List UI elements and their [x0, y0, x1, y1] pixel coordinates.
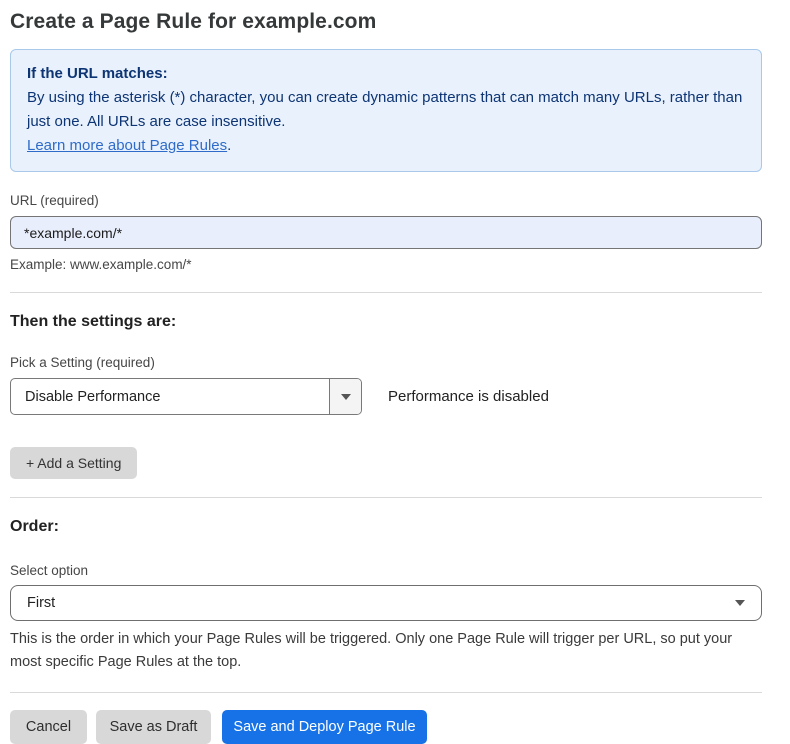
add-setting-button[interactable]: + Add a Setting: [10, 447, 137, 479]
settings-section-heading: Then the settings are:: [10, 313, 762, 331]
footer-actions: Cancel Save as Draft Save and Deploy Pag…: [10, 710, 762, 744]
order-help-text: This is the order in which your Page Rul…: [10, 628, 755, 674]
triangle-down-icon: [341, 394, 351, 400]
url-example-text: Example: www.example.com/*: [10, 257, 762, 272]
save-and-deploy-button[interactable]: Save and Deploy Page Rule: [222, 710, 427, 744]
page-title: Create a Page Rule for example.com: [10, 10, 762, 34]
order-select-label: Select option: [10, 563, 762, 578]
setting-status-text: Performance is disabled: [388, 388, 549, 405]
save-as-draft-button[interactable]: Save as Draft: [96, 710, 211, 744]
link-suffix: .: [227, 137, 231, 154]
divider: [10, 292, 762, 293]
order-select-value: First: [27, 595, 735, 611]
page-rule-form: Create a Page Rule for example.com If th…: [0, 0, 790, 744]
setting-dropdown[interactable]: Disable Performance: [10, 378, 362, 415]
setting-dropdown-arrow-button[interactable]: [329, 379, 361, 414]
url-match-info-box: If the URL matches: By using the asteris…: [10, 49, 762, 172]
url-input[interactable]: [10, 216, 762, 249]
info-box-link-line: Learn more about Page Rules.: [27, 134, 745, 158]
cancel-button[interactable]: Cancel: [10, 710, 87, 744]
learn-more-link[interactable]: Learn more about Page Rules: [27, 137, 227, 154]
setting-dropdown-value: Disable Performance: [11, 379, 329, 414]
url-field-label: URL (required): [10, 193, 762, 208]
order-select[interactable]: First: [10, 585, 762, 621]
chevron-down-icon: [735, 600, 745, 606]
info-box-body: By using the asterisk (*) character, you…: [27, 86, 745, 134]
setting-row: Disable Performance Performance is disab…: [10, 378, 762, 415]
info-box-heading: If the URL matches:: [27, 62, 745, 86]
pick-setting-label: Pick a Setting (required): [10, 355, 762, 370]
divider: [10, 497, 762, 498]
order-section-heading: Order:: [10, 518, 762, 536]
divider: [10, 692, 762, 693]
